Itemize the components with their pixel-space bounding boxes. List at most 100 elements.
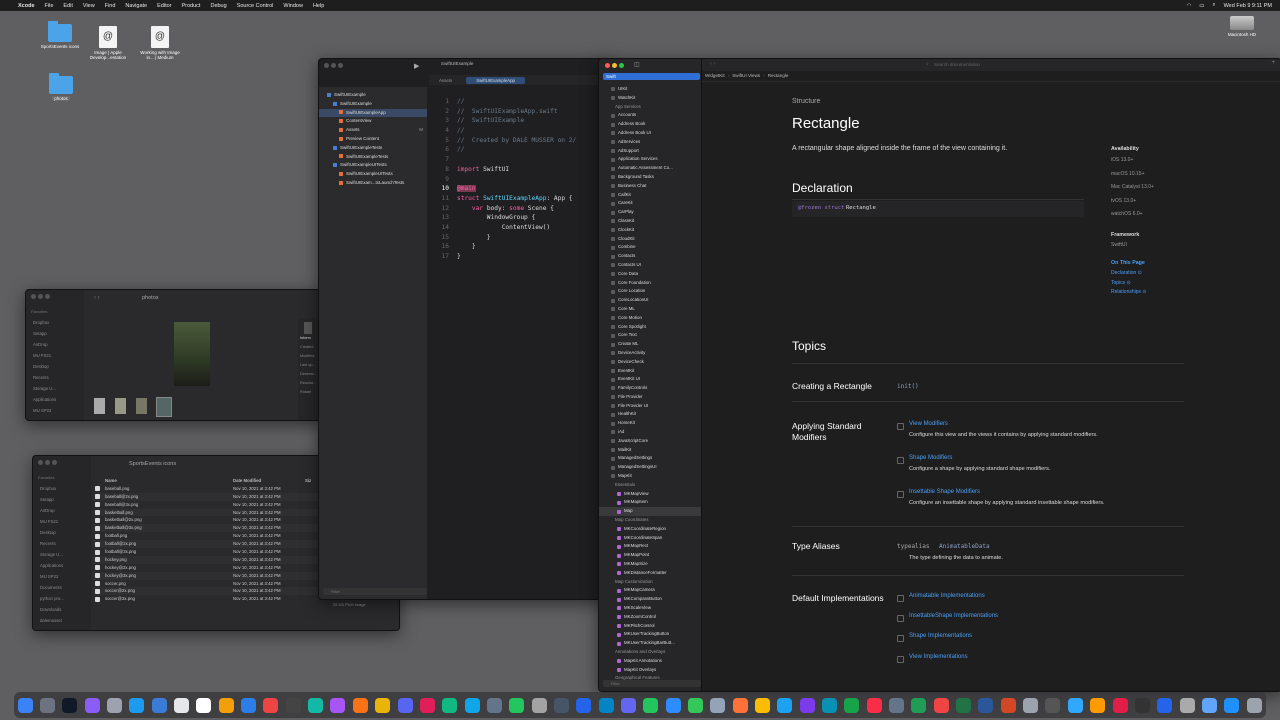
navigator-item[interactable]: SwiftUIExampleUITests bbox=[319, 161, 427, 170]
app-icon[interactable] bbox=[822, 697, 838, 713]
zoom-button[interactable] bbox=[619, 63, 624, 68]
nav-item[interactable]: Accounts bbox=[599, 111, 701, 120]
sidebar-item[interactable]: python pro... bbox=[33, 593, 91, 604]
nav-item[interactable]: CallKit bbox=[599, 191, 701, 200]
screenshot-icon[interactable] bbox=[107, 697, 123, 713]
nav-item[interactable]: MKUserTrackingButton bbox=[599, 630, 701, 639]
zoom-button[interactable] bbox=[52, 460, 57, 465]
minimize-button[interactable] bbox=[331, 63, 336, 68]
nav-item[interactable]: Automatic Assessment Co... bbox=[599, 164, 701, 173]
nav-item[interactable]: DeviceActivity bbox=[599, 349, 701, 358]
search-input[interactable]: Search documentation bbox=[934, 62, 980, 67]
thumbnail-selected[interactable] bbox=[156, 397, 172, 417]
zoom-icon[interactable] bbox=[665, 697, 681, 713]
app-icon[interactable] bbox=[1179, 697, 1195, 713]
sidebar-item[interactable]: MU SP22 bbox=[33, 571, 91, 582]
thumbnail[interactable] bbox=[94, 398, 105, 414]
navigator-item[interactable]: SwiftUIExampleTests bbox=[319, 144, 427, 153]
nav-item[interactable]: CloudKit bbox=[599, 235, 701, 244]
trash-icon[interactable] bbox=[1246, 697, 1262, 713]
finder-icon[interactable] bbox=[17, 697, 33, 713]
close-button[interactable] bbox=[605, 63, 610, 68]
app-icon[interactable] bbox=[174, 697, 190, 713]
close-button[interactable] bbox=[31, 294, 36, 299]
col-name[interactable]: Name bbox=[93, 477, 233, 485]
nav-item[interactable]: iAd bbox=[599, 428, 701, 437]
sidebar-item[interactable]: Applications bbox=[26, 394, 84, 405]
menu-find[interactable]: Find bbox=[105, 3, 116, 9]
run-icon[interactable]: ▶ bbox=[414, 62, 419, 70]
nav-item[interactable]: Core Spotlight bbox=[599, 323, 701, 332]
navigator-item[interactable]: Preview Content bbox=[319, 135, 427, 144]
app-icon[interactable] bbox=[598, 697, 614, 713]
sidebar-item[interactable]: Storage U... bbox=[26, 383, 84, 394]
nav-item[interactable]: MKPitchControl bbox=[599, 622, 701, 631]
xcode-icon[interactable] bbox=[151, 697, 167, 713]
nav-item[interactable]: MKCoordinateRegion bbox=[599, 525, 701, 534]
navigator-filter[interactable]: Filter bbox=[603, 680, 701, 687]
sidebar-item[interactable]: AirDrop bbox=[33, 505, 91, 516]
default-impl-link[interactable]: InsettableShape Implementations bbox=[909, 613, 998, 619]
powerpoint-icon[interactable] bbox=[1000, 697, 1016, 713]
app-icon[interactable] bbox=[933, 697, 949, 713]
tab-swiftuiexampleapp[interactable]: SwiftUIExampleApp bbox=[466, 76, 525, 84]
discord-icon[interactable] bbox=[397, 697, 413, 713]
app-icon[interactable] bbox=[308, 697, 324, 713]
modifier-link[interactable]: Insettable Shape Modifiers bbox=[909, 489, 980, 495]
sidebar-toggle-icon[interactable]: ◫ bbox=[634, 61, 640, 68]
nav-item[interactable]: HomeKit bbox=[599, 419, 701, 428]
app-icon[interactable] bbox=[1201, 697, 1217, 713]
nav-item[interactable]: MKScaleView bbox=[599, 604, 701, 613]
battery-icon[interactable]: ▭ bbox=[1199, 3, 1204, 9]
desktop-icon-photos[interactable]: photos bbox=[41, 73, 81, 101]
numbers-icon[interactable] bbox=[911, 697, 927, 713]
minimize-button[interactable] bbox=[38, 294, 43, 299]
safari-icon[interactable] bbox=[777, 697, 793, 713]
sidebar-item[interactable]: Dropbox bbox=[26, 317, 84, 328]
default-impl-link[interactable]: Animatable Implementations bbox=[909, 593, 985, 599]
desktop-icon-working-doc[interactable]: @ Working with Image in... | Medium bbox=[140, 26, 180, 60]
nav-item[interactable]: Combine bbox=[599, 243, 701, 252]
menu-navigate[interactable]: Navigate bbox=[125, 3, 147, 9]
nav-item[interactable]: MapKit Overlays bbox=[599, 666, 701, 675]
nav-item[interactable]: ManagedSettings bbox=[599, 454, 701, 463]
language-scope-select[interactable]: Swift bbox=[603, 73, 700, 80]
desktop-icon-image-doc[interactable]: @ Image | Apple Develop...entation bbox=[88, 26, 128, 60]
vlc-icon[interactable] bbox=[352, 697, 368, 713]
sidebar-item[interactable]: Desktop bbox=[26, 361, 84, 372]
nav-item[interactable]: Address Book bbox=[599, 120, 701, 129]
sidebar-item[interactable]: MU FS21 bbox=[33, 516, 91, 527]
menu-product[interactable]: Product bbox=[182, 3, 201, 9]
nav-item[interactable]: ManagedSettingsUI bbox=[599, 463, 701, 472]
nav-item[interactable]: MapKit bbox=[599, 472, 701, 481]
default-impl-link[interactable]: View Implementations bbox=[909, 654, 968, 660]
music-icon[interactable] bbox=[866, 697, 882, 713]
app-icon[interactable] bbox=[263, 697, 279, 713]
default-impl-link[interactable]: Shape Implementations bbox=[909, 633, 972, 639]
nav-item[interactable]: HealthKit bbox=[599, 410, 701, 419]
breadcrumb-item[interactable]: Rectangle bbox=[768, 73, 789, 78]
nav-item[interactable]: FamilyControls bbox=[599, 384, 701, 393]
nav-item[interactable]: MKCompassButton bbox=[599, 595, 701, 604]
nav-item[interactable]: DeviceCheck bbox=[599, 358, 701, 367]
navigator-item[interactable]: SwiftUIExam...tsLaunchTests bbox=[319, 179, 427, 188]
nav-item[interactable]: MKMapCamera bbox=[599, 586, 701, 595]
modifier-link[interactable]: Shape Modifiers bbox=[909, 455, 952, 461]
nav-item[interactable]: Core Location bbox=[599, 287, 701, 296]
app-icon[interactable] bbox=[576, 697, 592, 713]
nav-item[interactable]: Background Tasks bbox=[599, 173, 701, 182]
sidebar-item[interactable]: Documents bbox=[33, 582, 91, 593]
menu-edit[interactable]: Edit bbox=[63, 3, 72, 9]
zoom-button[interactable] bbox=[338, 63, 343, 68]
navigator-item[interactable]: SwiftUIExampleUITests bbox=[319, 170, 427, 179]
menu-view[interactable]: View bbox=[83, 3, 95, 9]
nav-item[interactable]: CarPlay bbox=[599, 208, 701, 217]
code-editor[interactable]: 1 // 2 // SwiftUIExampleApp.swift 3 // SwiftU… bbox=[429, 97, 609, 262]
menu-app-name[interactable]: Xcode bbox=[18, 3, 35, 9]
desktop-icon-macintosh-hd[interactable]: Macintosh HD bbox=[1222, 16, 1262, 37]
app-icon[interactable] bbox=[442, 697, 458, 713]
nav-item[interactable]: ClassKit bbox=[599, 217, 701, 226]
tab-assets[interactable]: Assets bbox=[429, 78, 462, 83]
nav-item[interactable]: Core Text bbox=[599, 331, 701, 340]
thumbnail[interactable] bbox=[115, 398, 126, 414]
